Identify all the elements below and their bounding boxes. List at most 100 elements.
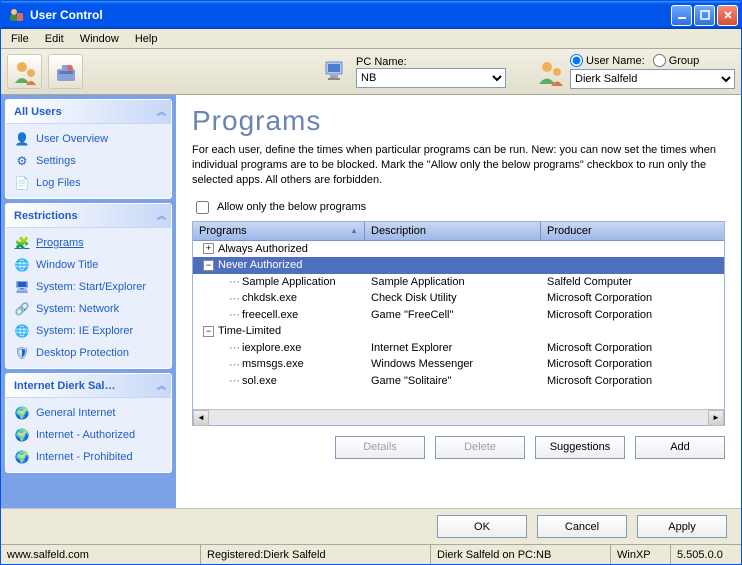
table-row[interactable]: ⋯Sample ApplicationSample ApplicationSal… [193,274,724,291]
sidebar-item-label: System: IE Explorer [36,325,133,337]
expand-icon[interactable]: + [203,243,214,254]
table-row[interactable]: ⋯freecell.exeGame "FreeCell"Microsoft Co… [193,307,724,324]
sidebar-item[interactable]: 🌍 Internet - Authorized [8,424,169,446]
chevron-up-icon: ︽ [157,105,163,118]
allow-only-checkbox[interactable] [196,201,209,214]
apply-button[interactable]: Apply [637,515,727,538]
table-row[interactable]: ⋯msmsgs.exeWindows MessengerMicrosoft Co… [193,356,724,373]
scroll-left-icon[interactable]: ◄ [193,410,209,426]
suggestions-button[interactable]: Suggestions [535,436,625,459]
pc-name-select[interactable]: NB [356,68,506,88]
table-group-row[interactable]: −Never Authorized [193,257,724,274]
status-url: www.salfeld.com [1,545,201,564]
menu-edit[interactable]: Edit [37,31,72,47]
status-os: WinXP [611,545,671,564]
page-description: For each user, define the times when par… [192,143,725,188]
sidebar-item-label: Internet - Authorized [36,429,135,441]
nav-icon: 🧩 [14,235,30,251]
titlebar: User Control [1,1,741,29]
sidebar-item-label: Internet - Prohibited [36,451,133,463]
nav-icon: 🌍 [14,449,30,465]
table-row[interactable]: ⋯sol.exeGame "Solitaire"Microsoft Corpor… [193,373,724,390]
programs-grid: Programs▲ Description Producer +Always A… [192,221,725,426]
user-icon [536,58,564,86]
panel-header[interactable]: Restrictions︽ [6,204,171,228]
chevron-up-icon: ︽ [157,209,163,222]
sidebar-item[interactable]: 🔗 System: Network [8,298,169,320]
dialog-buttons: OK Cancel Apply [1,508,741,544]
sidebar-item-label: Log Files [36,177,81,189]
table-row[interactable]: ⋯iexplore.exeInternet ExplorerMicrosoft … [193,340,724,357]
close-button[interactable] [717,5,738,26]
sidebar-item-label: Window Title [36,259,98,271]
sidebar-item[interactable]: 👤 User Overview [8,128,169,150]
chevron-up-icon: ︽ [157,379,163,392]
scroll-right-icon[interactable]: ► [708,410,724,426]
nav-icon: 🖥 [14,279,30,295]
user-name-select[interactable]: Dierk Salfeld [570,69,735,89]
username-radio[interactable]: User Name: [570,54,645,67]
menubar: File Edit Window Help [1,29,741,49]
toolbar: PC Name: NB User Name: Group Dierk Salfe… [1,49,741,95]
column-producer[interactable]: Producer [541,222,724,240]
column-description[interactable]: Description [365,222,541,240]
horizontal-scrollbar[interactable]: ◄ ► [193,409,724,425]
collapse-icon[interactable]: − [203,260,214,271]
sidebar-item[interactable]: ⚙ Settings [8,150,169,172]
collapse-icon[interactable]: − [203,326,214,337]
statusbar: www.salfeld.com Registered:Dierk Salfeld… [1,544,741,564]
sidebar-item[interactable]: 📄 Log Files [8,172,169,194]
add-button[interactable]: Add [635,436,725,459]
sidebar-item[interactable]: 🛡 Desktop Protection [8,342,169,364]
details-button[interactable]: Details [335,436,425,459]
allow-only-label: Allow only the below programs [217,201,366,213]
pc-name-label: PC Name: [356,56,506,68]
app-icon [8,7,24,23]
table-group-row[interactable]: −Time-Limited [193,323,724,340]
nav-icon: 📄 [14,175,30,191]
toolbar-toolbox-button[interactable] [48,54,83,89]
window-title: User Control [28,8,669,22]
sidebar-item[interactable]: 🧩 Programs [8,232,169,254]
table-group-row[interactable]: +Always Authorized [193,241,724,258]
cancel-button[interactable]: Cancel [537,515,627,538]
maximize-button[interactable] [694,5,715,26]
panel-header[interactable]: Internet Dierk Sal…︽ [6,374,171,398]
minimize-button[interactable] [671,5,692,26]
nav-icon: ⚙ [14,153,30,169]
panel-header[interactable]: All Users︽ [6,100,171,124]
sidebar-item[interactable]: 🌐 Window Title [8,254,169,276]
menu-help[interactable]: Help [127,31,166,47]
toolbar-user-button[interactable] [7,54,42,89]
delete-button[interactable]: Delete [435,436,525,459]
ok-button[interactable]: OK [437,515,527,538]
nav-icon: 👤 [14,131,30,147]
nav-icon: 🛡 [14,345,30,361]
status-context: Dierk Salfeld on PC:NB [431,545,611,564]
sort-asc-icon: ▲ [350,226,358,235]
nav-icon: 🌍 [14,405,30,421]
main-content: Programs For each user, define the times… [176,95,741,508]
sidebar-item[interactable]: 🖥System: Start/Explorer [8,276,169,298]
menu-window[interactable]: Window [72,31,127,47]
nav-icon: 🌐 [14,257,30,273]
nav-icon: 🌐 [14,323,30,339]
sidebar-item-label: Settings [36,155,76,167]
sidebar-item[interactable]: 🌐 System: IE Explorer [8,320,169,342]
sidebar-item-label: User Overview [36,133,108,145]
group-radio[interactable]: Group [653,54,700,67]
sidebar-item-label: General Internet [36,407,116,419]
sidebar-item[interactable]: 🌍 General Internet [8,402,169,424]
sidebar-item-label: System: Network [36,303,119,315]
sidebar-item-label: Programs [36,237,84,249]
sidebar-item[interactable]: 🌍 Internet - Prohibited [8,446,169,468]
sidebar-item-label: Desktop Protection [36,347,129,359]
sidebar: All Users︽ 👤 User Overview ⚙ Settings 📄 Log Fi… [1,95,176,508]
page-title: Programs [192,105,725,137]
menu-file[interactable]: File [3,31,37,47]
status-registered: Registered:Dierk Salfeld [201,545,431,564]
column-programs[interactable]: Programs▲ [193,222,365,240]
nav-icon: 🔗 [14,301,30,317]
table-row[interactable]: ⋯chkdsk.exeCheck Disk UtilityMicrosoft C… [193,290,724,307]
nav-icon: 🌍 [14,427,30,443]
